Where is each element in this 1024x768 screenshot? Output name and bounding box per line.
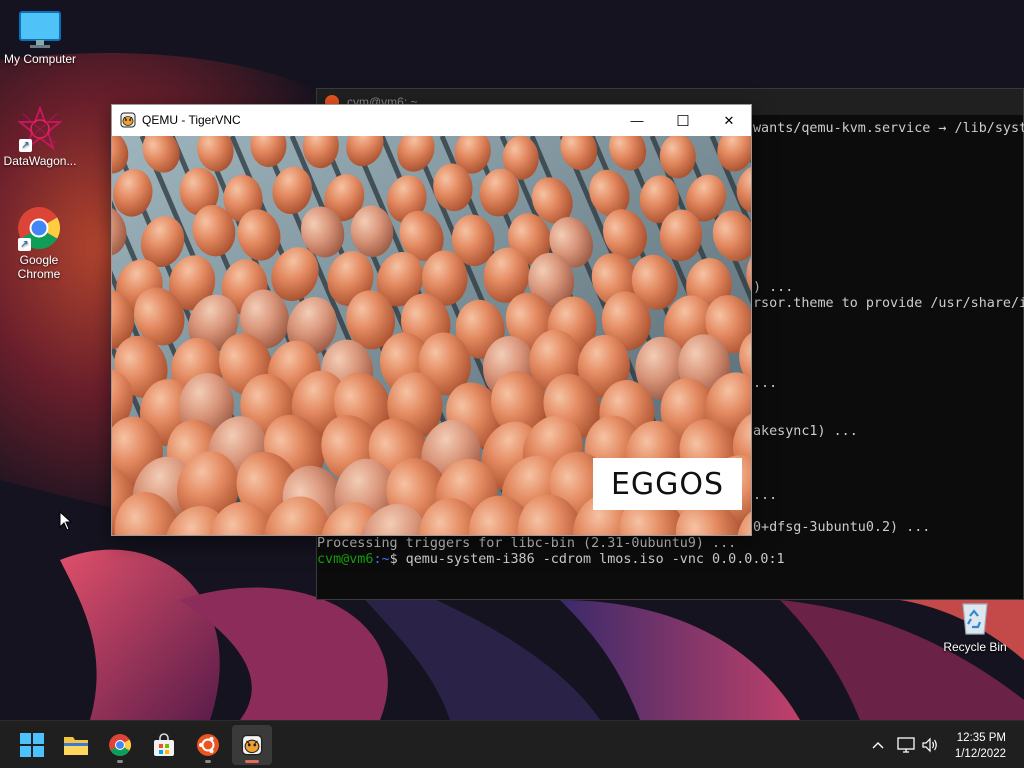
- start-button[interactable]: [12, 725, 52, 765]
- store-icon: [154, 733, 174, 756]
- volume-control[interactable]: [918, 721, 942, 768]
- datawagon-icon: ↗: [17, 105, 63, 152]
- chrome-icon: [109, 734, 131, 756]
- desktop-icon-recycle-bin[interactable]: Recycle Bin: [940, 598, 1010, 654]
- terminal-output-line: ...: [753, 376, 778, 391]
- terminal-output-line: wants/qemu-kvm.service → /lib/syste: [753, 121, 1024, 136]
- window-titlebar[interactable]: QEMU - TigerVNC — ☐ ✕: [112, 105, 751, 136]
- desktop-icon-my-computer[interactable]: My Computer: [0, 10, 80, 66]
- prompt-path: :~: [373, 552, 390, 567]
- desktop-icon-google-chrome[interactable]: ↗ Google Chrome: [0, 205, 79, 281]
- mouse-cursor-icon: [59, 511, 73, 531]
- eggos-text: EGGOS: [610, 466, 725, 502]
- desktop-icon-label: Recycle Bin: [943, 640, 1007, 654]
- recycle-bin-icon: [962, 603, 988, 635]
- terminal-output-line: akesync1) ...: [753, 424, 858, 439]
- network-monitor-icon: [897, 737, 915, 753]
- chrome-icon: ↗: [16, 205, 62, 251]
- terminal-prompt-line[interactable]: cvm@vm6:~$ qemu-system-i386 -cdrom lmos.…: [317, 552, 785, 568]
- chevron-up-icon: [872, 742, 884, 749]
- desktop-icon-label: Google Chrome: [17, 253, 61, 281]
- close-button[interactable]: ✕: [706, 105, 752, 136]
- desktop-icon-label: My Computer: [3, 52, 77, 66]
- terminal-command: qemu-system-i386 -cdrom lmos.iso -vnc 0.…: [397, 552, 785, 567]
- folder-icon: [64, 737, 88, 755]
- clock-time: 12:35 PM: [956, 732, 1006, 744]
- terminal-output-line: 0+dfsg-3ubuntu0.2) ...: [753, 520, 931, 535]
- running-indicator: [117, 760, 123, 763]
- desktop-icon-label: DataWagon...: [3, 154, 77, 168]
- window-title: QEMU - TigerVNC: [142, 113, 241, 127]
- terminal-output-line: ) ...: [753, 280, 794, 295]
- tigervnc-icon: [120, 112, 136, 128]
- minimize-button[interactable]: —: [614, 105, 660, 136]
- shortcut-arrow-icon: ↗: [19, 139, 32, 152]
- vnc-remote-screen[interactable]: EGGOS: [112, 136, 751, 535]
- minimize-icon: —: [630, 113, 644, 128]
- speaker-icon: [922, 737, 937, 753]
- terminal-output-line: Processing triggers for libc-bin (2.31-0…: [317, 536, 737, 551]
- terminal-output-line: rsor.theme to provide /usr/share/ic: [753, 296, 1024, 311]
- taskbar-tigervnc[interactable]: [232, 725, 272, 765]
- taskbar-clock[interactable]: 12:35 PM 1/12/2022: [955, 730, 1006, 762]
- taskbar-file-explorer[interactable]: [56, 725, 96, 765]
- network-status[interactable]: [894, 721, 918, 768]
- monitor-icon: [19, 11, 61, 48]
- maximize-icon: ☐: [676, 112, 690, 130]
- qemu-tigervnc-window[interactable]: QEMU - TigerVNC — ☐ ✕ EGGOS: [111, 104, 752, 536]
- shortcut-arrow-icon: ↗: [18, 238, 31, 251]
- prompt-user: cvm@vm6: [317, 552, 374, 567]
- show-hidden-icons-button[interactable]: [866, 721, 890, 768]
- active-indicator: [245, 760, 259, 763]
- running-indicator: [205, 760, 211, 763]
- taskbar: 12:35 PM 1/12/2022: [0, 720, 1024, 768]
- desktop-icon-datawagon[interactable]: ↗ DataWagon...: [0, 105, 80, 168]
- eggos-caption: EGGOS: [593, 458, 742, 510]
- close-icon: ✕: [723, 112, 735, 128]
- terminal-output-line: ...: [753, 488, 778, 503]
- tigervnc-icon: [241, 734, 263, 756]
- maximize-button[interactable]: ☐: [660, 105, 706, 136]
- windows-start-icon: [20, 733, 44, 757]
- taskbar-store[interactable]: [144, 725, 184, 765]
- taskbar-chrome[interactable]: [100, 725, 140, 765]
- taskbar-ubuntu[interactable]: [188, 725, 228, 765]
- clock-date: 1/12/2022: [954, 748, 1006, 760]
- prompt-symbol: $: [389, 552, 398, 567]
- ubuntu-icon: [197, 734, 219, 756]
